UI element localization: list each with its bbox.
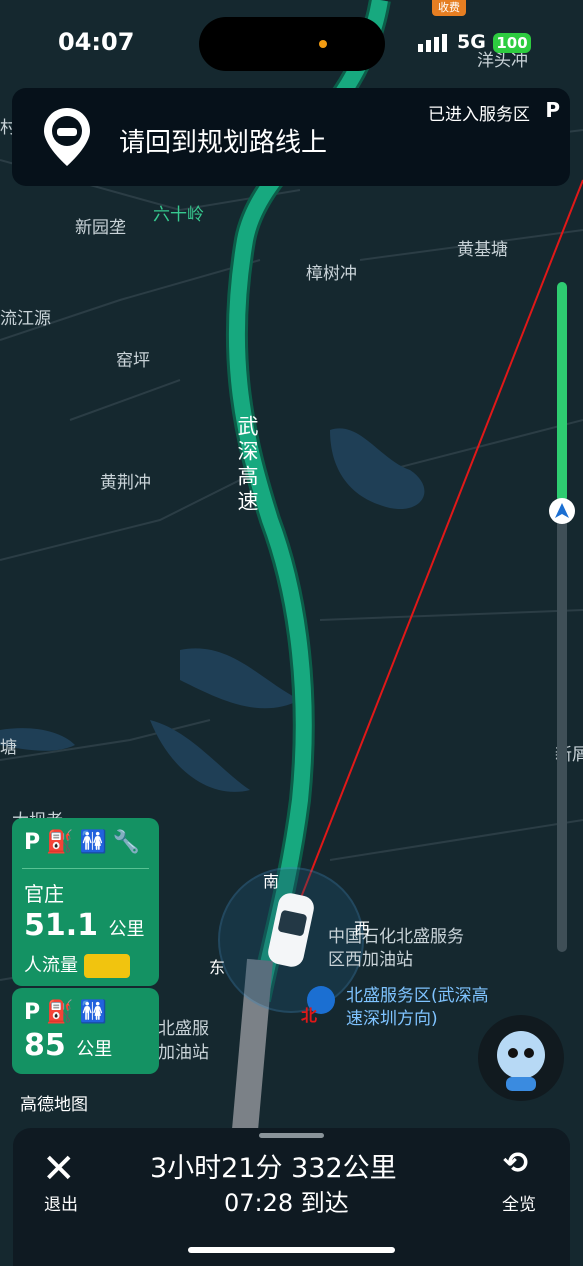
progress-position-icon: [549, 498, 575, 524]
map-label-zhangshuchong: 樟树冲: [306, 264, 357, 284]
battery-indicator: 100: [493, 33, 531, 53]
card-divider: [22, 868, 149, 869]
overview-button[interactable]: 全览: [502, 1190, 536, 1215]
route-overview-icon[interactable]: ⟲: [503, 1146, 528, 1181]
service-area-name: 官庄: [24, 882, 64, 906]
recording-dot: [319, 40, 327, 48]
status-bar: 04:07 5G 100 收费: [0, 0, 583, 80]
assistant-mascot-icon: [497, 1031, 545, 1091]
compass-west: 西: [354, 919, 371, 938]
map-label-xinyuanlong: 新园垄: [75, 218, 126, 238]
traffic-indicator: 人流量: [24, 951, 130, 978]
exit-button[interactable]: 退出: [44, 1190, 78, 1215]
map-label-beisheng-partial: 北盛服: [158, 1019, 209, 1039]
crowd-level-icon: [84, 954, 130, 978]
voice-assistant-avatar[interactable]: [478, 1015, 564, 1101]
map-label-station-partial: 加油站: [158, 1043, 209, 1063]
home-indicator: [188, 1247, 395, 1253]
banner-service-area-text: 已进入服务区: [428, 105, 530, 125]
compass-north-badge: 北: [301, 1006, 318, 1025]
car-location-pin-icon: [44, 108, 90, 166]
road-label-wushen-expressway: 武深高速: [235, 415, 259, 515]
map-label-edge-tang: 塘: [0, 738, 17, 758]
map-label-huangjingchong: 黄荆冲: [100, 473, 151, 493]
map-label-yaoping: 窑坪: [116, 351, 150, 371]
service-area-distance: 85 公里: [24, 1028, 112, 1063]
dynamic-island: [199, 17, 385, 71]
compass-east: 东: [209, 958, 226, 977]
service-area-card-next[interactable]: P⛽🚻 85 公里: [12, 988, 159, 1074]
toll-badge: 收费: [432, 0, 466, 16]
map-label-liujiangyuan: 流江源: [0, 309, 51, 329]
route-deviation-banner[interactable]: 请回到规划路线上 已进入服务区 P: [12, 88, 570, 186]
panel-drag-handle[interactable]: [259, 1133, 324, 1138]
amap-logo: 高德地图: [20, 1095, 88, 1115]
poi-label-beisheng-service: 北盛服务区(武深高速深圳方向): [346, 986, 489, 1029]
status-time: 04:07: [58, 28, 135, 56]
arrival-time: 07:28 到达: [224, 1189, 349, 1217]
poi-label-sinopec-station: 中国石化北盛服务区西加油站: [328, 927, 464, 970]
distance-value: 51.1: [24, 908, 99, 943]
distance-unit: 公里: [76, 1039, 113, 1060]
map-label-liushiling: 六十岭: [153, 205, 204, 225]
distance-value: 85: [24, 1028, 66, 1063]
service-area-card-guanzhuang[interactable]: P⛽🚻🔧 官庄 51.1 公里 人流量: [12, 818, 159, 986]
trip-summary: 3小时21分 332公里: [150, 1153, 397, 1184]
signal-icon: [418, 34, 447, 52]
compass-south: 南: [263, 872, 280, 891]
service-area-facility-icons: P⛽🚻🔧: [24, 830, 147, 855]
traffic-label: 人流量: [24, 955, 78, 976]
close-icon[interactable]: ✕: [42, 1146, 76, 1192]
distance-unit: 公里: [108, 919, 145, 940]
route-progress-fill: [557, 282, 567, 502]
network-type: 5G: [457, 31, 486, 53]
banner-title: 请回到规划路线上: [119, 128, 328, 158]
parking-icon: P: [545, 98, 560, 122]
map-label-huangjitang: 黄基塘: [457, 240, 508, 260]
service-area-distance: 51.1 公里: [24, 908, 144, 943]
service-area-facility-icons: P⛽🚻: [24, 1000, 113, 1025]
